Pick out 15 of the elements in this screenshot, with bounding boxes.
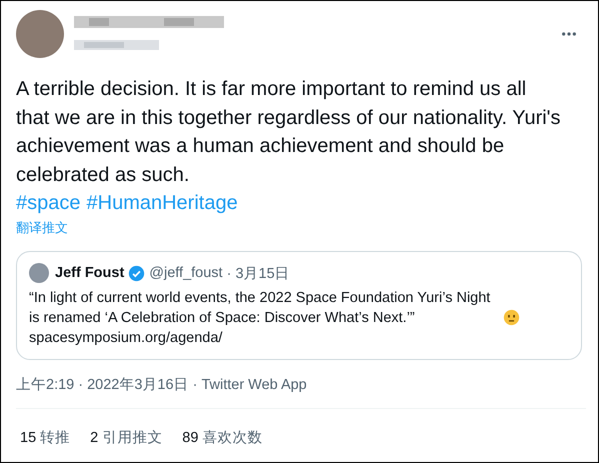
emoji-icon [503,309,520,326]
stat-link[interactable]: 2 引用推文 [90,428,162,447]
tweet-meta: 上午2:19 · 2022年3月16日 · Twitter Web App [16,375,586,409]
tweet-date: · 3月15日 [226,264,290,282]
quote-link[interactable]: spacesymposium.org/agenda/ [29,330,222,346]
stat-link[interactable]: 89 喜欢次数 [182,428,262,447]
tweet-text: A terrible decision. It is far more important to remind us all that we are in this together regardless of our nationality. Yuri's achievement was a human achievement and should be celebrated as such. [16,77,562,188]
avatar [29,263,49,283]
stat-link[interactable]: 15 转推 [20,428,70,447]
more-icon[interactable] [561,31,577,37]
author-name: Jeff Foust [55,265,124,281]
quoted-tweet[interactable]: Jeff Foust @jeff_foust · 3月15日 “In light of current world events, the 2022 Space Foundation Yuri’s Night is renamed ‘A Celebration of Space: Discover What’s Next.’” spacesymposium.org/agenda/ [16,251,582,360]
quote-text: “In light of current world events, the 2022 Space Foundation Yuri’s Night is renamed ‘A Celebration of Space: Discover What’s Next.’” [29,289,492,328]
author-handle: @jeff_foust [149,265,223,281]
avatar[interactable] [16,10,64,58]
